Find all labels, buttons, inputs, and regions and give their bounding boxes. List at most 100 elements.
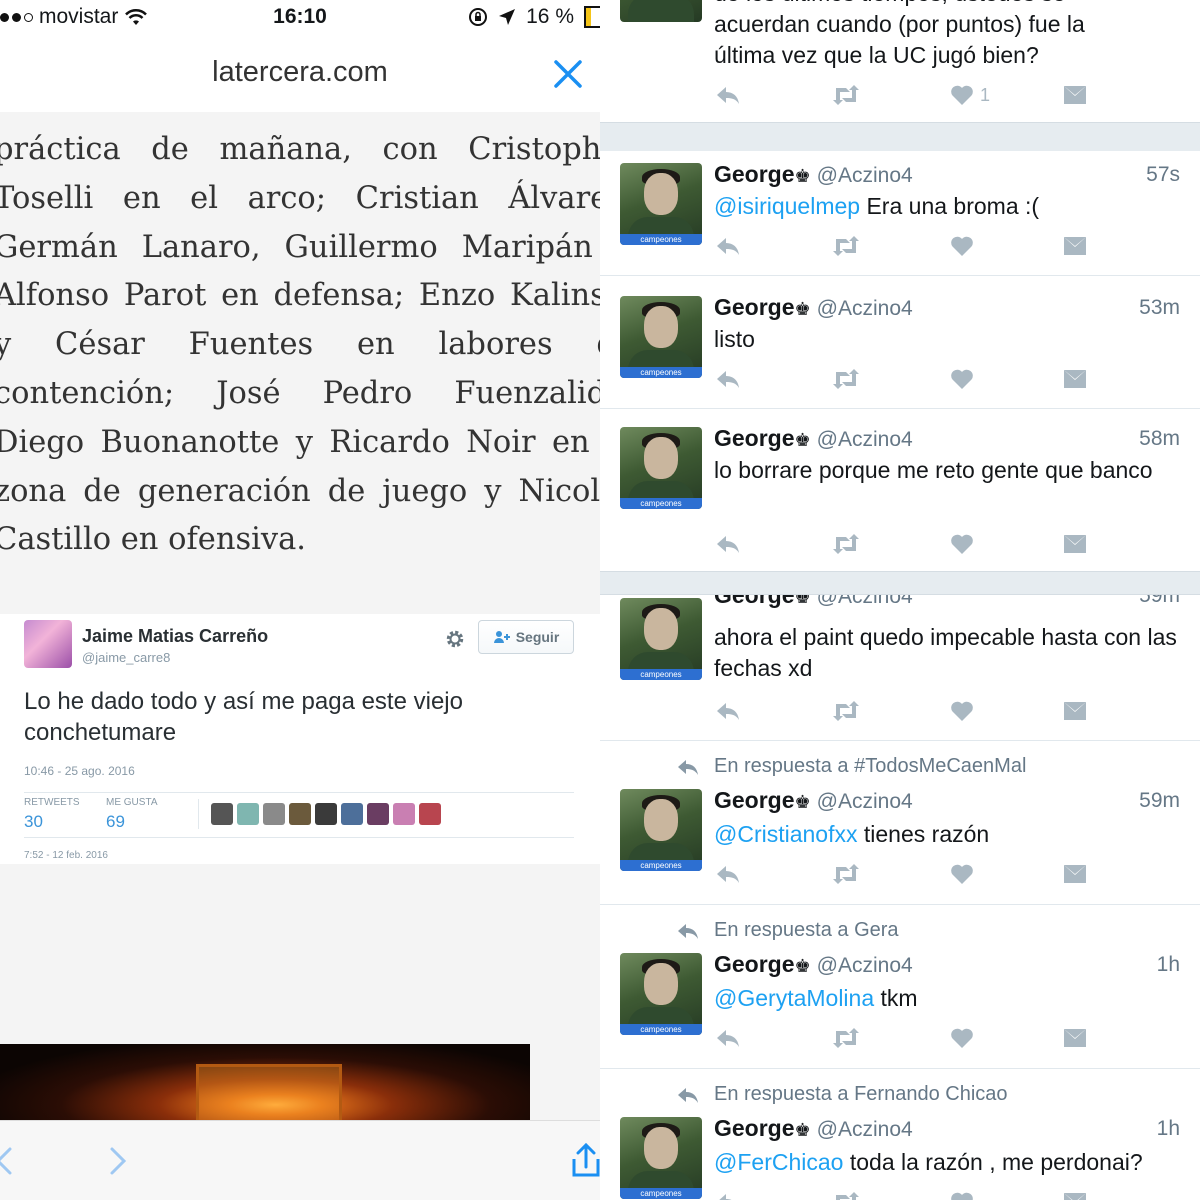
reply-icon[interactable]	[714, 1187, 742, 1200]
reply-icon[interactable]	[714, 364, 742, 394]
author-handle: @Aczino4	[816, 594, 913, 608]
liker-avatar[interactable]	[211, 803, 233, 825]
tweet-time[interactable]: 1h	[1157, 1117, 1180, 1141]
message-icon[interactable]	[1062, 231, 1088, 261]
message-icon[interactable]	[1062, 80, 1088, 110]
close-icon[interactable]	[548, 54, 588, 94]
reply-context-text: En respuesta a Fernando Chicao	[714, 1083, 1008, 1105]
reply-icon[interactable]	[714, 231, 742, 261]
heart-icon[interactable]	[950, 364, 974, 394]
tweet[interactable]: campeones George♚ @Aczino4 59m ahora el pain…	[600, 594, 1200, 741]
browser-toolbar	[0, 1120, 600, 1200]
tweet[interactable]: campeones George♚ @Aczino4 58m lo borrare po…	[600, 409, 1200, 571]
reply-context[interactable]: En respuesta a Fernando Chicao	[678, 1083, 1008, 1106]
heart-icon[interactable]	[950, 859, 974, 889]
mention-link[interactable]: @GerytaMolina	[714, 985, 874, 1011]
tweet[interactable]: campeones George♚ @Aczino4 53m listo	[600, 276, 1200, 409]
likes-stat[interactable]: ME GUSTA 69	[106, 797, 157, 832]
mention-link[interactable]: @FerChicao	[714, 1149, 843, 1175]
tweet[interactable]: En respuesta a Gera campeones George♚ @Aczi…	[600, 905, 1200, 1069]
avatar[interactable]	[620, 0, 702, 22]
message-icon[interactable]	[1062, 1187, 1088, 1200]
embedded-tweet[interactable]: Jaime Matias Carreño @jaime_carre8 Segui…	[0, 614, 600, 864]
message-icon[interactable]	[1062, 696, 1088, 726]
tweet-time[interactable]: 58m	[1139, 427, 1180, 451]
avatar[interactable]: campeones	[620, 427, 702, 509]
reply-icon[interactable]	[714, 80, 742, 110]
tweet-partial[interactable]: de los últimos tiempos, ustedes se acuer…	[600, 0, 1200, 123]
reply-context[interactable]: En respuesta a Gera	[678, 919, 899, 942]
reply-icon[interactable]	[714, 859, 742, 889]
retweet-icon[interactable]	[830, 80, 862, 110]
tweet-author[interactable]: George♚ @Aczino4	[714, 1115, 913, 1142]
gear-icon[interactable]	[444, 628, 466, 650]
heart-icon	[951, 85, 973, 105]
tweet-author[interactable]: George♚ @Aczino4	[714, 951, 913, 978]
address-bar[interactable]: latercera.com	[0, 36, 600, 113]
follow-button[interactable]: Seguir	[478, 620, 574, 654]
tweet[interactable]: En respuesta a #TodosMeCaenMal campeones G…	[600, 741, 1200, 905]
avatar[interactable]: campeones	[620, 789, 702, 871]
avatar[interactable]: campeones	[620, 598, 702, 680]
reply-icon[interactable]	[714, 1023, 742, 1053]
tweet[interactable]: campeones George♚ @Aczino4 57s @isiriquelmep…	[600, 151, 1200, 276]
liker-avatar[interactable]	[393, 803, 415, 825]
avatar[interactable]: campeones	[620, 953, 702, 1035]
mention-link[interactable]: @isiriquelmep	[714, 193, 860, 219]
avatar[interactable]	[24, 620, 72, 668]
tweet-time[interactable]: 59m	[1139, 594, 1180, 608]
tweet-time[interactable]: 53m	[1139, 296, 1180, 320]
embedded-tweet-date[interactable]: 10:46 - 25 ago. 2016	[24, 764, 135, 778]
forward-icon[interactable]	[98, 1141, 138, 1181]
battery-icon	[584, 6, 600, 28]
liker-avatar[interactable]	[263, 803, 285, 825]
embedded-tweet-handle[interactable]: @jaime_carre8	[82, 650, 170, 665]
twitter-timeline: de los últimos tiempos, ustedes se acuer…	[600, 0, 1200, 1200]
liker-avatar[interactable]	[237, 803, 259, 825]
share-icon[interactable]	[566, 1141, 600, 1181]
tweet-time[interactable]: 1h	[1157, 953, 1180, 977]
heart-icon[interactable]	[950, 696, 974, 726]
reply-context[interactable]: En respuesta a #TodosMeCaenMal	[678, 755, 1026, 778]
mention-link[interactable]: @Cristianofxx	[714, 821, 858, 847]
tweet-author[interactable]: George♚ @Aczino4	[714, 425, 913, 452]
avatar[interactable]: campeones	[620, 1117, 702, 1199]
retweet-stat[interactable]: RETWEETS 30	[24, 797, 80, 832]
message-icon[interactable]	[1062, 364, 1088, 394]
liker-avatar[interactable]	[315, 803, 337, 825]
message-icon[interactable]	[1062, 1023, 1088, 1053]
message-icon[interactable]	[1062, 859, 1088, 889]
tweet-author[interactable]: George♚ @Aczino4	[714, 294, 913, 321]
retweet-icon[interactable]	[830, 529, 862, 559]
liker-avatar[interactable]	[289, 803, 311, 825]
retweet-icon[interactable]	[830, 696, 862, 726]
page-domain[interactable]: latercera.com	[0, 56, 600, 89]
tweet-text: de los últimos tiempos, ustedes se acuer…	[714, 0, 1184, 71]
back-icon[interactable]	[0, 1141, 26, 1181]
tweet-time[interactable]: 59m	[1139, 789, 1180, 813]
retweet-icon[interactable]	[830, 364, 862, 394]
heart-icon[interactable]	[950, 1187, 974, 1200]
retweet-icon[interactable]	[830, 1023, 862, 1053]
tweet-author[interactable]: George♚ @Aczino4	[714, 787, 913, 814]
tweet[interactable]: En respuesta a Fernando Chicao campeones G…	[600, 1069, 1200, 1200]
avatar[interactable]: campeones	[620, 163, 702, 245]
avatar[interactable]: campeones	[620, 296, 702, 378]
retweet-icon[interactable]	[830, 231, 862, 261]
retweet-icon[interactable]	[830, 859, 862, 889]
tweet-author[interactable]: George♚ @Aczino4	[714, 161, 913, 188]
liker-avatar[interactable]	[367, 803, 389, 825]
tweet-author[interactable]: George♚ @Aczino4	[714, 594, 913, 609]
retweet-icon[interactable]	[830, 1187, 862, 1200]
heart-icon[interactable]	[950, 1023, 974, 1053]
liker-avatar[interactable]	[419, 803, 441, 825]
embedded-tweet-name[interactable]: Jaime Matias Carreño	[82, 626, 268, 647]
reply-icon[interactable]	[714, 529, 742, 559]
liker-avatar[interactable]	[341, 803, 363, 825]
tweet-time[interactable]: 57s	[1146, 163, 1180, 187]
heart-icon[interactable]	[950, 529, 974, 559]
like-button[interactable]: 1	[950, 80, 990, 110]
reply-icon[interactable]	[714, 696, 742, 726]
message-icon[interactable]	[1062, 529, 1088, 559]
heart-icon[interactable]	[950, 231, 974, 261]
